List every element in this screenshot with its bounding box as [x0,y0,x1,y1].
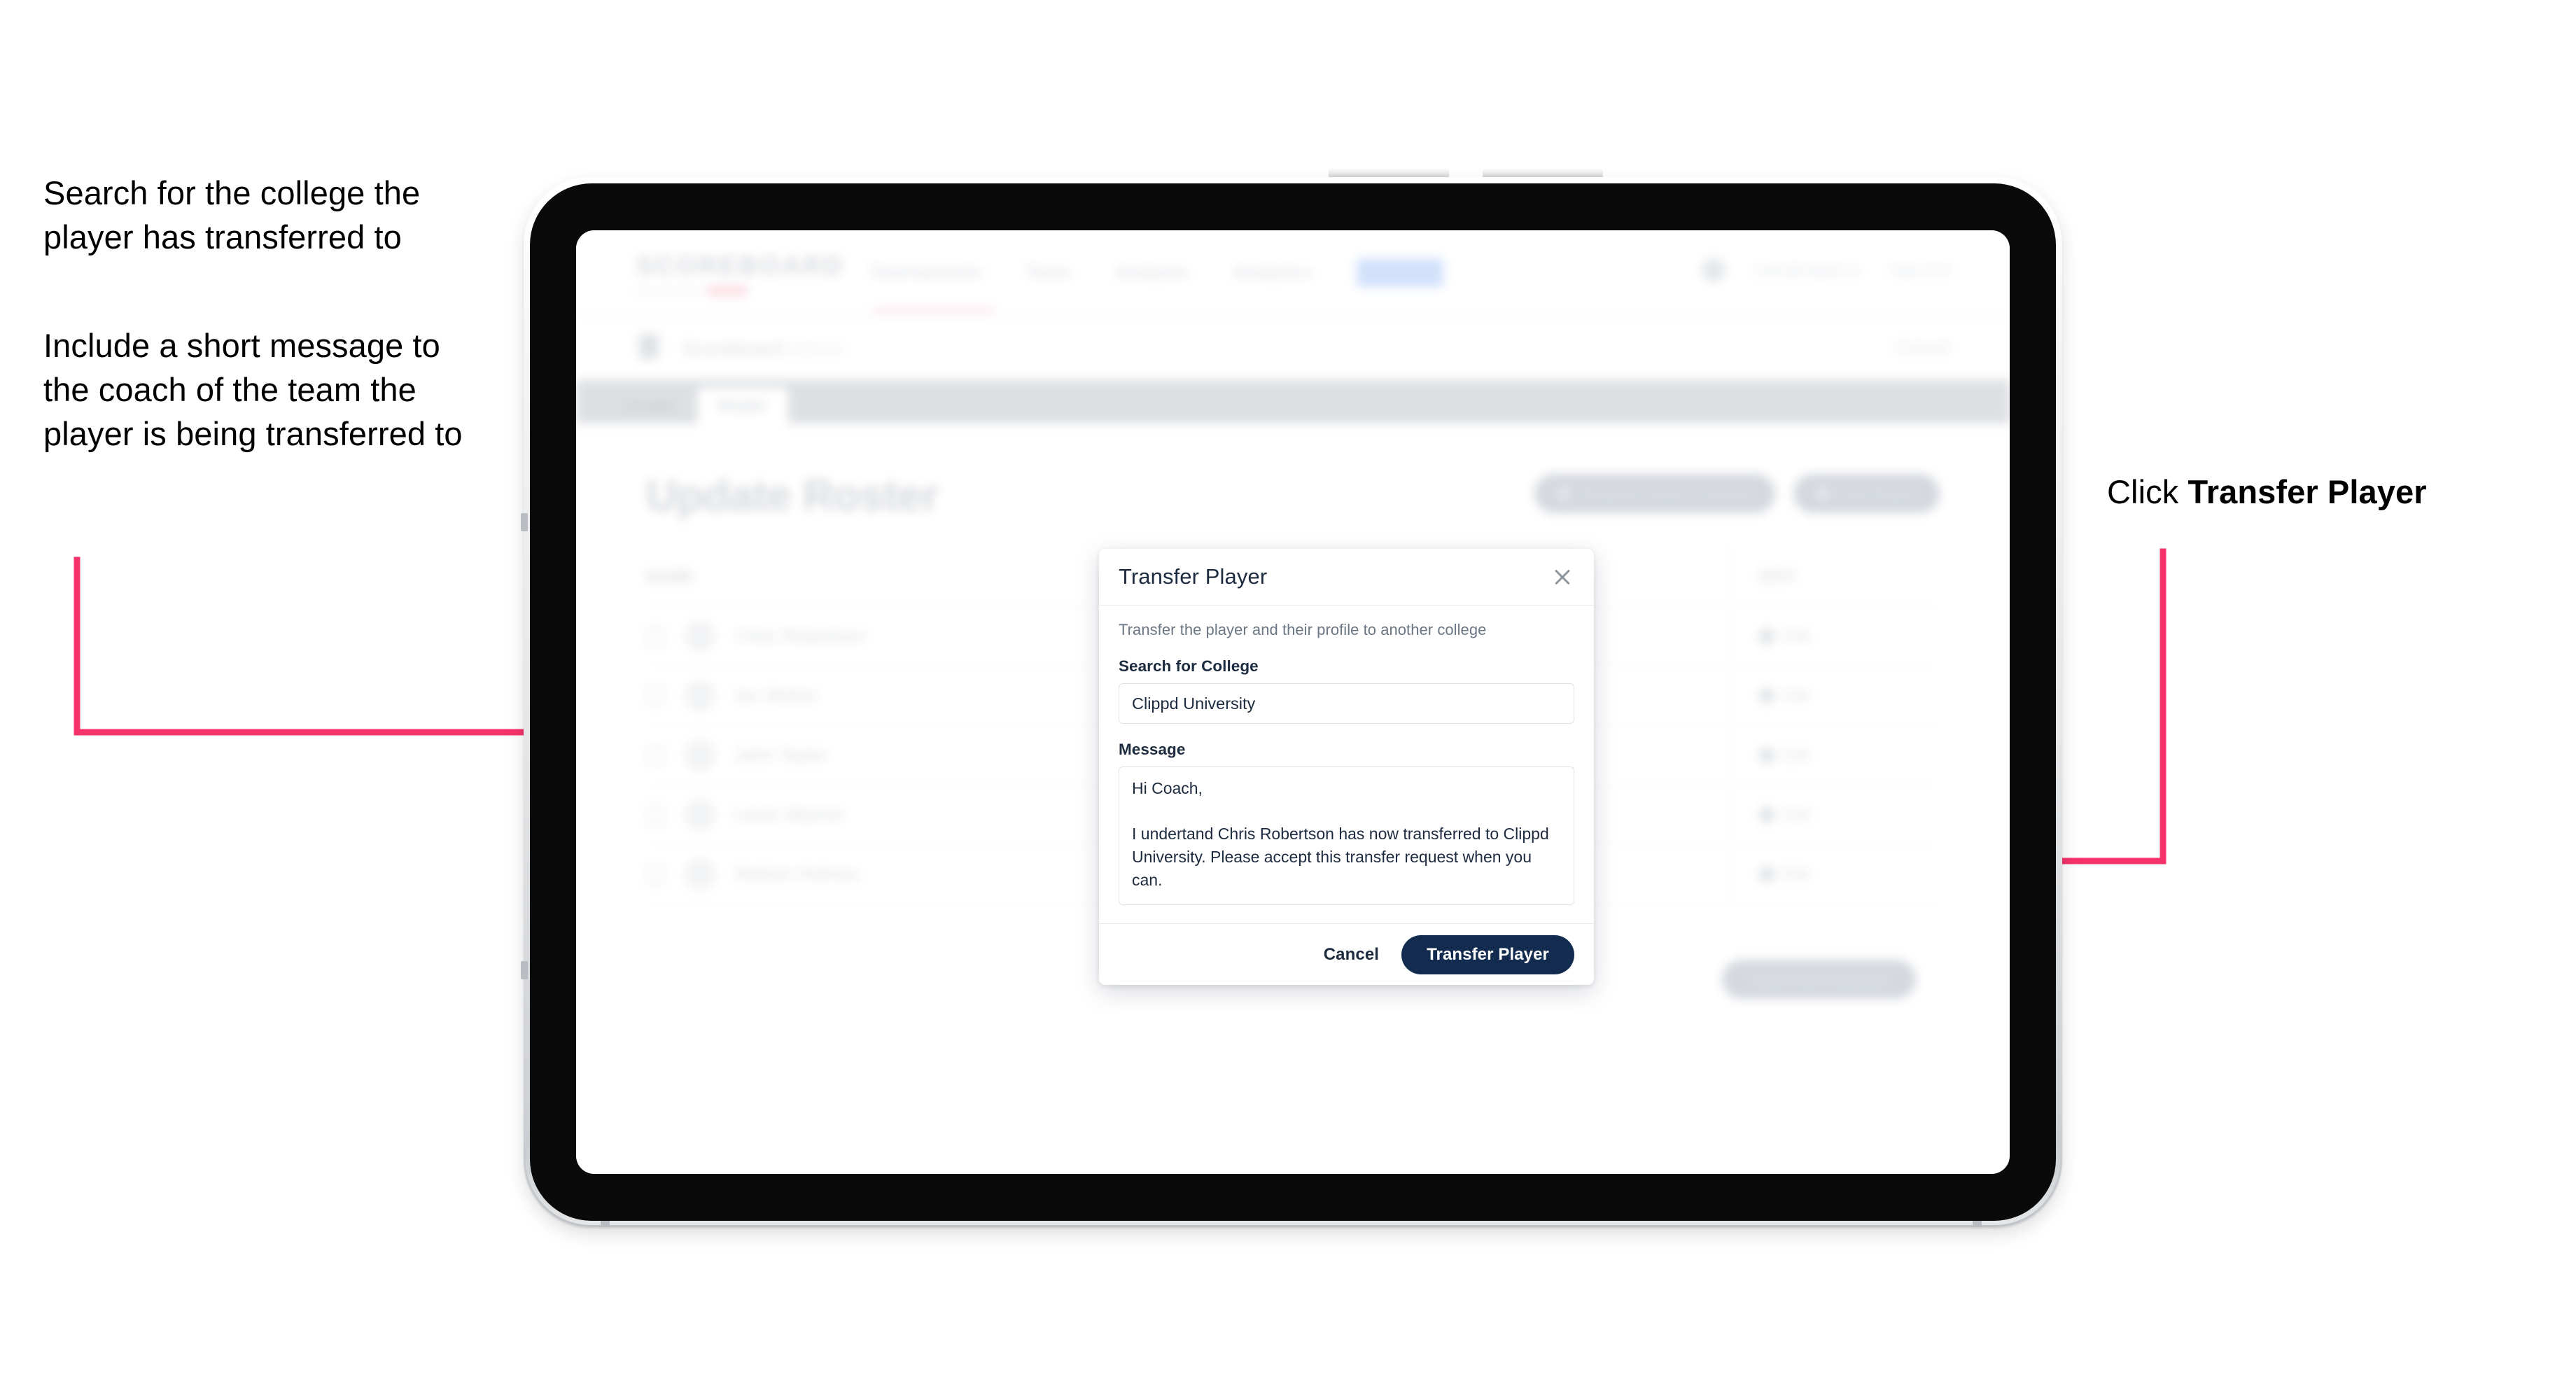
side-button-lower[interactable] [521,961,528,979]
message-field-label: Message [1119,741,1186,758]
side-button-upper[interactable] [521,513,528,531]
college-field-label: Search for College [1119,657,1259,675]
annotation-click-target: Transfer Player [2188,473,2427,510]
annotation-click-transfer: Click Transfer Player [2107,470,2541,514]
tablet-device-frame: SCOREBOARD Powered by Tournaments Team A… [521,169,2062,1227]
dialog-body: Transfer the player and their profile to… [1099,606,1594,923]
annotation-click-prefix: Click [2107,473,2188,510]
annotation-include-message: Include a short message to the coach of … [43,327,463,452]
message-textarea[interactable]: Hi Coach, I undertand Chris Robertson ha… [1119,766,1574,905]
device-screen: SCOREBOARD Powered by Tournaments Team A… [576,230,2010,1174]
transfer-player-button[interactable]: Transfer Player [1401,934,1574,974]
annotation-search-college: Search for the college the player has tr… [43,174,421,255]
screenshot-canvas: Search for the college the player has tr… [0,0,2576,1386]
search-college-input[interactable]: Clippd University [1119,683,1574,724]
close-icon[interactable] [1550,565,1574,589]
dialog-title: Transfer Player [1119,564,1268,589]
cancel-button[interactable]: Cancel [1320,938,1383,972]
dialog-description: Transfer the player and their profile to… [1119,621,1487,638]
dialog-header: Transfer Player [1099,549,1594,606]
transfer-player-dialog: Transfer Player Transfer the player and … [1099,549,1594,985]
dialog-footer: Cancel Transfer Player [1099,923,1594,985]
